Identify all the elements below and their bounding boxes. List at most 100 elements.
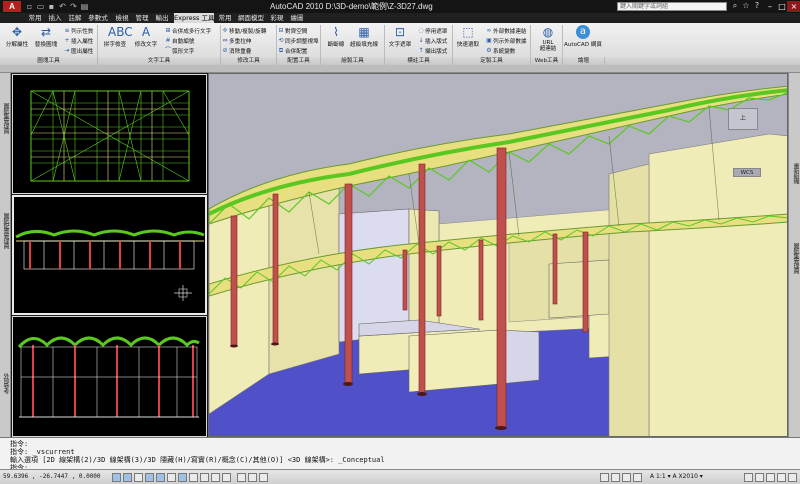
panel-title-dim-tools[interactable]: 標註工具 — [385, 57, 453, 65]
url-hyperlink-button[interactable]: ◍ URL 超連結 — [533, 25, 563, 52]
panel-title-text-tools[interactable]: 文字工具 — [98, 57, 221, 65]
redo-icon[interactable]: ↷ — [69, 2, 78, 11]
open-file-icon[interactable]: ▭ — [36, 2, 45, 11]
object-snap-tracking-icon[interactable] — [178, 473, 187, 482]
tab-output[interactable]: 輸出 — [153, 13, 171, 23]
steering-wheel-icon[interactable] — [622, 473, 631, 482]
layout-preview-section[interactable] — [12, 316, 207, 437]
panel-title-layout-tools[interactable]: 配置工具 — [277, 57, 321, 65]
panel-title-draw-tools[interactable]: 繪製工具 — [321, 57, 385, 65]
quick-select-button[interactable]: ⬚ 快速選取 — [453, 25, 483, 48]
palette-label-pagesetup[interactable]: 圖紙配置管理員 — [1, 213, 10, 248]
search-icon[interactable]: ⌕ — [730, 1, 740, 11]
panel-title-custom-tools[interactable]: 定製工具 — [453, 57, 531, 65]
panel-title-forum[interactable]: 論壇 — [563, 57, 605, 65]
coordinate-readout[interactable]: 59.6396 , -26.7447 , 0.0000 — [3, 473, 101, 480]
delete-duplicates-button[interactable]: ⊘ 消除重疊 — [222, 47, 251, 56]
panel-title-modify-tools[interactable]: 修改工具 — [221, 57, 277, 65]
tab-annotate[interactable]: 註解 — [66, 13, 84, 23]
model-viewport-3d[interactable] — [208, 73, 788, 437]
external-data-link-button[interactable]: ∞ 外部數據連結 — [486, 27, 527, 36]
auto-number-button[interactable]: # 自動編號 — [165, 37, 194, 46]
super-hatch-button[interactable]: ▦ 超級填充線 — [347, 25, 381, 48]
print-icon[interactable]: ▤ — [80, 2, 89, 11]
undo-icon[interactable]: ↶ — [58, 2, 67, 11]
zoom-icon[interactable] — [611, 473, 620, 482]
tab-mesh-modeling[interactable]: 網面模型 — [236, 13, 266, 23]
command-line-window[interactable]: 指令: 指令: _vscurrent 輸入選項 [2D 線架構(2)/3D 線架… — [0, 437, 800, 472]
quick-select-icon: ⬚ — [462, 25, 474, 39]
align-space-button[interactable]: ⊟ 對齊空間 — [278, 27, 307, 36]
3d-object-snap-icon[interactable] — [167, 473, 176, 482]
tab-view[interactable]: 檢視 — [113, 13, 131, 23]
tab-render[interactable]: 彩現 — [268, 13, 286, 23]
dynamic-ucs-icon[interactable] — [189, 473, 198, 482]
layout-preview-plan[interactable] — [12, 74, 207, 194]
clean-screen-icon[interactable] — [777, 473, 786, 482]
ortho-mode-icon[interactable] — [134, 473, 143, 482]
arc-text-button[interactable]: ⌒ 弧形文字 — [165, 47, 194, 56]
palette-label-xref[interactable]: 外部參考 — [1, 373, 10, 393]
pan-icon[interactable] — [600, 473, 609, 482]
lineweight-icon[interactable] — [211, 473, 220, 482]
wcs-menu-button[interactable]: WCS — [733, 168, 761, 177]
quick-view-layouts-icon[interactable] — [248, 473, 257, 482]
multiple-stretch-button[interactable]: ⇔ 多重拉伸 — [222, 37, 251, 46]
extract-attribute-button[interactable]: ⇥ 匯出屬性 — [64, 47, 93, 56]
close-icon[interactable]: × — [787, 1, 800, 12]
autocad-app-icon[interactable]: A — [3, 1, 21, 12]
explode-attributes-button[interactable]: ✥ 分解屬性 — [2, 25, 32, 48]
replace-block-button[interactable]: ⇄ 替換圖塊 — [31, 25, 61, 48]
quick-view-drawings-icon[interactable] — [259, 473, 268, 482]
polar-tracking-icon[interactable] — [145, 473, 154, 482]
tab-express-tools[interactable]: Express 工具 — [174, 13, 214, 23]
system-variables-button[interactable]: ⚙ 系統變數 — [486, 47, 515, 56]
tab-home[interactable]: 常用 — [26, 13, 44, 23]
save-icon[interactable]: ▪ — [47, 2, 56, 11]
tab-draw[interactable]: 繪圖 — [288, 13, 306, 23]
spell-check-button[interactable]: ABC 拼字檢查 — [100, 25, 133, 48]
viewcube[interactable]: 上 — [728, 108, 758, 130]
help-icon[interactable]: ? — [752, 1, 762, 11]
right-palette-strip[interactable]: 重新組織 圖紙集管理員 — [788, 73, 800, 437]
model-space-icon[interactable] — [237, 473, 246, 482]
snap-mode-icon[interactable] — [112, 473, 121, 482]
move-copy-rotate-button[interactable]: ✢ 移動/複製/旋轉 — [222, 27, 266, 36]
grid-display-icon[interactable] — [123, 473, 132, 482]
showmotion-icon[interactable] — [633, 473, 642, 482]
merge-layout-button[interactable]: ⧉ 合併配置 — [278, 47, 308, 56]
quick-properties-icon[interactable] — [222, 473, 231, 482]
disable-mask-button[interactable]: ◌ 停用遮罩 — [418, 27, 447, 36]
insert-attribute-button[interactable]: + 插入屬性 — [64, 37, 93, 46]
list-xref-button[interactable]: ▣ 列示外部數據 — [486, 37, 526, 46]
merge-mtext-button[interactable]: ⊞ 合併成多行文字 — [165, 27, 211, 36]
palette-label-sheetset-right[interactable]: 圖紙集管理員 — [791, 243, 800, 273]
palette-label-reorganize[interactable]: 重新組織 — [791, 163, 800, 183]
toolbar-lock-icon[interactable] — [755, 473, 764, 482]
tab-insert[interactable]: 插入 — [46, 13, 64, 23]
tab-parametric[interactable]: 參數式 — [86, 13, 110, 23]
modify-text-button[interactable]: A 修改文字 — [131, 25, 161, 48]
workspace-switch-icon[interactable] — [744, 473, 753, 482]
new-file-icon[interactable]: ▫ — [25, 2, 34, 11]
tab-common[interactable]: 常用 — [216, 13, 234, 23]
left-palette-strip[interactable]: 圖紙集管理員 圖紙配置管理員 外部參考 — [0, 73, 11, 437]
status-menu-icon[interactable] — [788, 473, 797, 482]
autocad-web-button[interactable]: a AutoCAD 網頁 — [563, 25, 603, 48]
annotation-scale-workspace[interactable]: A 1:1 ▾ A X2010 ▾ — [650, 473, 703, 480]
object-snap-icon[interactable] — [156, 473, 165, 482]
dynamic-input-icon[interactable] — [200, 473, 209, 482]
panel-title-web-tools[interactable]: Web工具 — [531, 57, 563, 65]
keyword-search-input[interactable]: 鍵入關鍵字或詞組 — [617, 2, 727, 11]
palette-label-sheetset[interactable]: 圖紙集管理員 — [1, 103, 10, 133]
extract-style-button[interactable]: ↑ 擷出版式 — [418, 47, 447, 56]
sync-viewport-button[interactable]: ⟲ 同步調整視埠 — [278, 37, 318, 46]
insert-style-button[interactable]: ↓ 插入版式 — [418, 37, 447, 46]
isolate-objects-icon[interactable] — [766, 473, 775, 482]
panel-title-block-tools[interactable]: 圖塊工具 — [0, 57, 98, 65]
list-properties-button[interactable]: ≡ 列示性質 — [64, 27, 93, 36]
layout-preview-elevation[interactable] — [12, 195, 207, 315]
text-mask-button[interactable]: ⊡ 文字遮罩 — [385, 25, 415, 48]
tab-manage[interactable]: 管理 — [133, 13, 151, 23]
subscription-icon[interactable]: ☆ — [741, 1, 751, 11]
